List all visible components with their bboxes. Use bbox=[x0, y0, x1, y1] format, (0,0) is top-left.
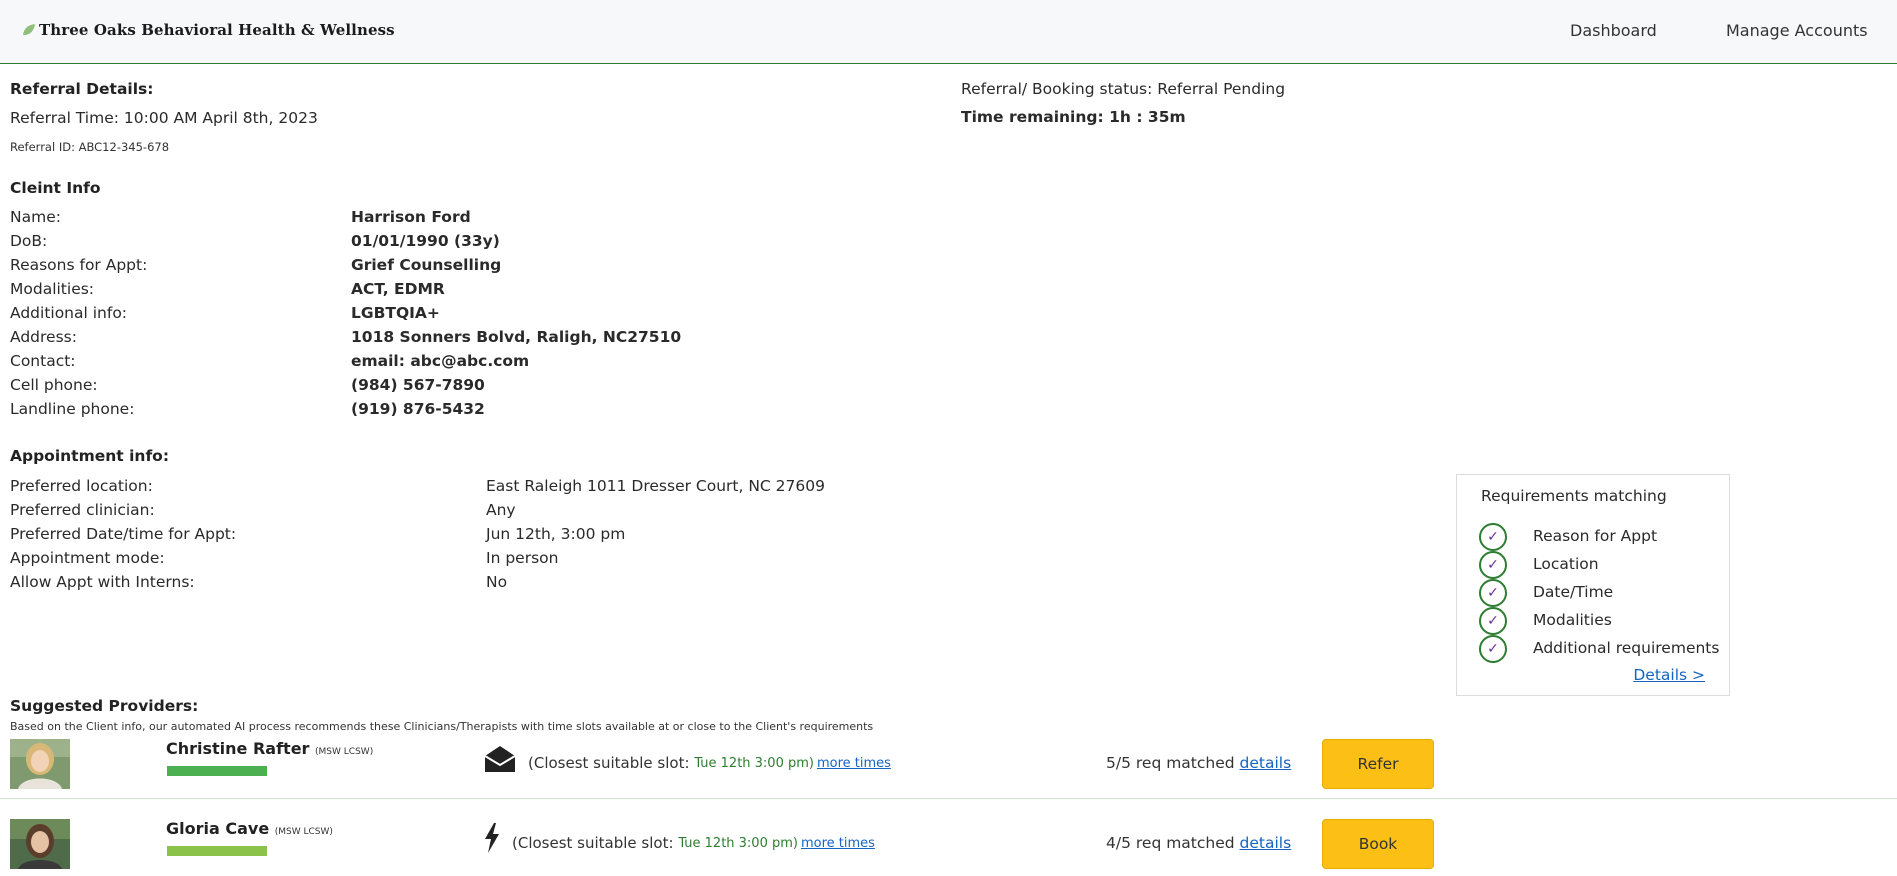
requirement-item: ✓ Date/Time bbox=[1479, 579, 1613, 607]
referral-id: Referral ID: ABC12-345-678 bbox=[10, 140, 170, 154]
requirements-title: Requirements matching bbox=[1481, 487, 1667, 505]
check-circle-icon: ✓ bbox=[1479, 579, 1507, 607]
appt-mode-value: In person bbox=[486, 549, 559, 567]
slot-prefix: (Closest suitable slot: bbox=[512, 834, 674, 852]
pref-location-label: Preferred location: bbox=[10, 477, 153, 495]
requirement-label: Additional requirements bbox=[1533, 639, 1720, 657]
client-reasons-value: Grief Counselling bbox=[351, 256, 502, 274]
provider-match-bar bbox=[167, 846, 267, 856]
closest-slot: (Closest suitable slot: Tue 12th 3:00 pm… bbox=[528, 754, 891, 772]
check-circle-icon: ✓ bbox=[1479, 523, 1507, 551]
client-dob-value: 01/01/1990 (33y) bbox=[351, 232, 500, 250]
nav-dashboard-link[interactable]: Dashboard bbox=[1570, 21, 1657, 40]
client-modalities-value: ACT, EDMR bbox=[351, 280, 445, 298]
provider-divider bbox=[0, 798, 1897, 799]
client-name-value: Harrison Ford bbox=[351, 208, 471, 226]
requirements-details-link[interactable]: Details > bbox=[1633, 666, 1705, 684]
client-additional-label: Additional info: bbox=[10, 304, 128, 322]
provider-name-text: Gloria Cave bbox=[166, 819, 270, 838]
client-address-value: 1018 Sonners Bolvd, Raligh, NC27510 bbox=[351, 328, 682, 346]
refer-button[interactable]: Refer bbox=[1322, 739, 1434, 789]
more-times-link[interactable]: more times bbox=[817, 756, 891, 771]
more-times-link[interactable]: more times bbox=[801, 836, 875, 851]
requirement-label: Date/Time bbox=[1533, 583, 1614, 601]
requirement-label: Location bbox=[1533, 555, 1599, 573]
appt-mode-label: Appointment mode: bbox=[10, 549, 165, 567]
check-circle-icon: ✓ bbox=[1479, 607, 1507, 635]
pref-clinician-label: Preferred clinician: bbox=[10, 501, 155, 519]
client-cell-label: Cell phone: bbox=[10, 376, 98, 394]
client-cell-value: (984) 567-7890 bbox=[351, 376, 485, 394]
client-landline-label: Landline phone: bbox=[10, 400, 135, 418]
requirement-item: ✓ Additional requirements bbox=[1479, 635, 1719, 663]
req-match-summary: 4/5 req matched details bbox=[1106, 834, 1291, 852]
match-details-link[interactable]: details bbox=[1240, 754, 1292, 772]
req-match-summary: 5/5 req matched details bbox=[1106, 754, 1291, 772]
referral-status: Referral/ Booking status: Referral Pendi… bbox=[961, 80, 1286, 98]
avatar[interactable] bbox=[10, 739, 70, 789]
req-match-count: 5/5 req matched bbox=[1106, 754, 1235, 772]
client-info-heading: Cleint Info bbox=[10, 179, 101, 197]
pref-clinician-value: Any bbox=[486, 501, 516, 519]
client-modalities-label: Modalities: bbox=[10, 280, 95, 298]
appointment-info-heading: Appointment info: bbox=[10, 447, 170, 465]
slot-time: Tue 12th 3:00 pm) bbox=[694, 755, 814, 771]
referral-time: Referral Time: 10:00 AM April 8th, 2023 bbox=[10, 109, 318, 127]
provider-photo-image bbox=[10, 739, 70, 789]
pref-datetime-label: Preferred Date/time for Appt: bbox=[10, 525, 237, 543]
envelope-open-icon bbox=[484, 746, 516, 772]
avatar[interactable] bbox=[10, 819, 70, 869]
provider-photo-image bbox=[10, 819, 70, 869]
allow-interns-value: No bbox=[486, 573, 508, 591]
nav-manage-accounts-link[interactable]: Manage Accounts bbox=[1726, 21, 1868, 40]
client-contact-label: Contact: bbox=[10, 352, 76, 370]
req-match-count: 4/5 req matched bbox=[1106, 834, 1235, 852]
requirement-label: Reason for Appt bbox=[1533, 527, 1658, 545]
client-landline-value: (919) 876-5432 bbox=[351, 400, 485, 418]
pref-location-value: East Raleigh 1011 Dresser Court, NC 2760… bbox=[486, 477, 825, 495]
client-dob-label: DoB: bbox=[10, 232, 48, 250]
client-contact-value: email: abc@abc.com bbox=[351, 352, 530, 370]
allow-interns-label: Allow Appt with Interns: bbox=[10, 573, 195, 591]
provider-name-text: Christine Rafter bbox=[166, 739, 310, 758]
brand-logo[interactable]: Three Oaks Behavioral Health & Wellness bbox=[22, 20, 395, 40]
client-address-label: Address: bbox=[10, 328, 77, 346]
client-reasons-label: Reasons for Appt: bbox=[10, 256, 148, 274]
requirement-item: ✓ Location bbox=[1479, 551, 1599, 579]
provider-credentials: (MSW LCSW) bbox=[315, 747, 374, 757]
requirements-matching-panel: Requirements matching ✓ Reason for Appt … bbox=[1456, 474, 1730, 696]
requirement-label: Modalities bbox=[1533, 611, 1612, 629]
provider-name[interactable]: Christine Rafter (MSW LCSW) bbox=[166, 739, 373, 758]
top-navbar: Three Oaks Behavioral Health & Wellness … bbox=[0, 0, 1897, 64]
book-button[interactable]: Book bbox=[1322, 819, 1434, 869]
lightning-bolt-icon bbox=[485, 823, 499, 853]
brand-name: Three Oaks Behavioral Health & Wellness bbox=[39, 21, 395, 39]
time-remaining: Time remaining: 1h : 35m bbox=[961, 108, 1186, 126]
check-circle-icon: ✓ bbox=[1479, 551, 1507, 579]
provider-credentials: (MSW LCSW) bbox=[274, 827, 333, 837]
pref-datetime-value: Jun 12th, 3:00 pm bbox=[486, 525, 626, 543]
check-circle-icon: ✓ bbox=[1479, 635, 1507, 663]
client-name-label: Name: bbox=[10, 208, 61, 226]
closest-slot: (Closest suitable slot: Tue 12th 3:00 pm… bbox=[512, 834, 875, 852]
client-additional-value: LGBTQIA+ bbox=[351, 304, 440, 322]
requirement-item: ✓ Reason for Appt bbox=[1479, 523, 1657, 551]
slot-time: Tue 12th 3:00 pm) bbox=[678, 835, 798, 851]
slot-prefix: (Closest suitable slot: bbox=[528, 754, 690, 772]
suggested-providers-heading: Suggested Providers: bbox=[10, 697, 199, 715]
requirement-item: ✓ Modalities bbox=[1479, 607, 1612, 635]
match-details-link[interactable]: details bbox=[1240, 834, 1292, 852]
leaf-icon bbox=[23, 24, 35, 35]
referral-details-heading: Referral Details: bbox=[10, 80, 154, 98]
suggested-providers-subtitle: Based on the Client info, our automated … bbox=[10, 720, 874, 733]
provider-name[interactable]: Gloria Cave (MSW LCSW) bbox=[166, 819, 333, 838]
provider-match-bar bbox=[167, 766, 267, 776]
